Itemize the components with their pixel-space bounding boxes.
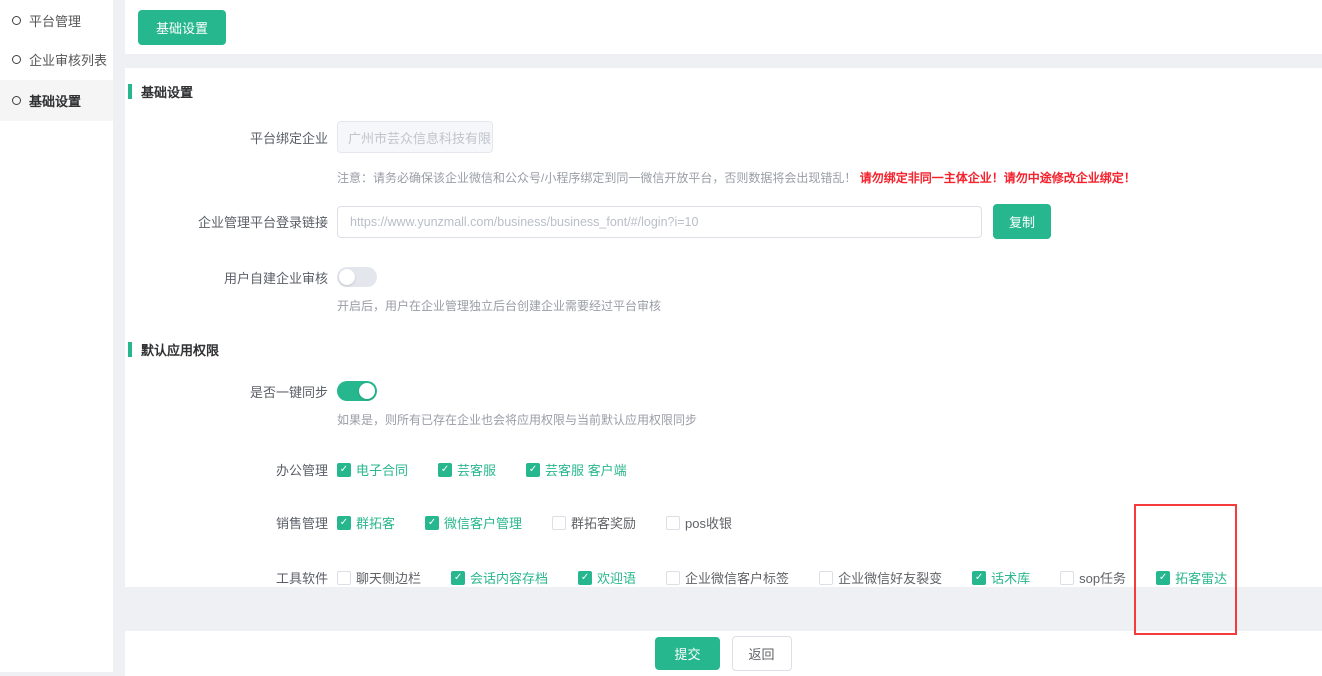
checkbox-icon: ✓ <box>337 463 351 477</box>
platform-company-row: 平台绑定企业 广州市芸众信息科技有限公 ∨ <box>128 121 1322 153</box>
note-warning-text: 请勿绑定非同一主体企业！请勿中途修改企业绑定！ <box>860 171 1136 185</box>
sidebar-item-label: 基础设置 <box>29 91 81 110</box>
one-key-sync-hint: 如果是，则所有已存在企业也会将应用权限与当前默认应用权限同步 <box>337 411 1322 428</box>
platform-company-note: 注意：请务必确保该企业微信和公众号/小程序绑定到同一微信开放平台，否则数据将会出… <box>337 169 1322 186</box>
checkbox-icon: ✓ <box>1060 571 1074 585</box>
copy-button[interactable]: 复制 <box>993 204 1051 239</box>
checkbox-icon: ✓ <box>526 463 540 477</box>
sidebar: 平台管理 企业审核列表 基础设置 <box>0 0 113 672</box>
app-checkbox[interactable]: ✓ 芸客服 <box>438 460 496 479</box>
app-checkbox[interactable]: ✓ 话术库 <box>972 568 1030 587</box>
user-audit-toggle[interactable] <box>337 267 377 287</box>
login-link-label: 企业管理平台登录链接 <box>128 212 328 231</box>
app-group-label: 销售管理 <box>128 513 328 532</box>
app-checkbox[interactable]: ✓ sop任务 <box>1060 568 1126 587</box>
app-checkbox[interactable]: ✓ 群拓客 <box>337 513 395 532</box>
sidebar-item-basic-settings[interactable]: 基础设置 <box>0 80 113 121</box>
platform-company-note-row: 注意：请务必确保该企业微信和公众号/小程序绑定到同一微信开放平台，否则数据将会出… <box>128 169 1322 186</box>
checkbox-icon: ✓ <box>337 516 351 530</box>
sidebar-item-platform-management[interactable]: 平台管理 <box>0 2 113 39</box>
app-group-sales: 销售管理 ✓ 群拓客 ✓ 微信客户管理 ✓ 群拓客奖励 ✓ pos收银 <box>128 513 1322 532</box>
login-link-row: 企业管理平台登录链接 复制 <box>128 204 1322 239</box>
platform-company-value: 广州市芸众信息科技有限公 <box>348 128 493 147</box>
section-basic-settings: 基础设置 <box>128 82 1322 101</box>
circle-icon <box>12 16 21 25</box>
checkbox-icon: ✓ <box>666 516 680 530</box>
user-audit-row: 用户自建企业审核 <box>128 267 1322 287</box>
checkbox-icon: ✓ <box>972 571 986 585</box>
sidebar-item-label: 企业审核列表 <box>29 50 107 69</box>
app-checkbox[interactable]: ✓ 电子合同 <box>337 460 408 479</box>
note-text: 注意：请务必确保该企业微信和公众号/小程序绑定到同一微信开放平台，否则数据将会出… <box>337 171 856 185</box>
section-accent-bar <box>128 84 132 99</box>
login-link-input[interactable] <box>337 206 982 238</box>
tab-basic-settings[interactable]: 基础设置 <box>138 10 226 45</box>
main-area: 基础设置 基础设置 平台绑定企业 广州市芸众信息科技有限公 ∨ 注意：请务必确保… <box>125 0 1322 672</box>
app-group-tools: 工具软件 ✓ 聊天侧边栏 ✓ 会话内容存档 ✓ 欢迎语 ✓ 企业微信客户标签 <box>128 568 1322 587</box>
section-accent-bar <box>128 342 132 357</box>
section-default-permissions: 默认应用权限 <box>128 340 1322 359</box>
app-checkbox[interactable]: ✓ pos收银 <box>666 513 732 532</box>
one-key-sync-toggle[interactable] <box>337 381 377 401</box>
circle-icon <box>12 55 21 64</box>
one-key-sync-row: 是否一键同步 <box>128 381 1322 401</box>
checkbox-icon: ✓ <box>578 571 592 585</box>
app-group-label: 办公管理 <box>128 460 328 479</box>
app-checkbox[interactable]: ✓ 芸客服 客户端 <box>526 460 627 479</box>
app-checkbox[interactable]: ✓ 会话内容存档 <box>451 568 548 587</box>
checkbox-icon: ✓ <box>425 516 439 530</box>
circle-icon <box>12 96 21 105</box>
app-checkbox[interactable]: ✓ 群拓客奖励 <box>552 513 636 532</box>
checkbox-icon: ✓ <box>552 516 566 530</box>
one-key-sync-hint-row: 如果是，则所有已存在企业也会将应用权限与当前默认应用权限同步 <box>128 411 1322 428</box>
platform-company-label: 平台绑定企业 <box>128 128 328 147</box>
app-checkbox[interactable]: ✓ 微信客户管理 <box>425 513 522 532</box>
top-tab-bar: 基础设置 <box>125 0 1322 54</box>
app-group-label: 工具软件 <box>128 568 328 587</box>
settings-panel: 基础设置 平台绑定企业 广州市芸众信息科技有限公 ∨ 注意：请务必确保该企业微信… <box>125 68 1322 587</box>
one-key-sync-label: 是否一键同步 <box>128 382 328 401</box>
sidebar-item-enterprise-audit-list[interactable]: 企业审核列表 <box>0 41 113 78</box>
platform-company-select[interactable]: 广州市芸众信息科技有限公 ∨ <box>337 121 493 153</box>
section-title: 基础设置 <box>141 82 193 101</box>
app-checkbox[interactable]: ✓ 企业微信客户标签 <box>666 568 789 587</box>
user-audit-hint-row: 开启后，用户在企业管理独立后台创建企业需要经过平台审核 <box>128 297 1322 314</box>
checkbox-icon: ✓ <box>1156 571 1170 585</box>
app-checkbox[interactable]: ✓ 聊天侧边栏 <box>337 568 421 587</box>
submit-button[interactable]: 提交 <box>655 637 719 670</box>
checkbox-icon: ✓ <box>819 571 833 585</box>
checkbox-icon: ✓ <box>438 463 452 477</box>
checkbox-icon: ✓ <box>451 571 465 585</box>
app-checkbox[interactable]: ✓ 企业微信好友裂变 <box>819 568 942 587</box>
app-checkbox[interactable]: ✓ 欢迎语 <box>578 568 636 587</box>
user-audit-label: 用户自建企业审核 <box>128 268 328 287</box>
sidebar-item-label: 平台管理 <box>29 11 81 30</box>
checkbox-icon: ✓ <box>666 571 680 585</box>
user-audit-hint: 开启后，用户在企业管理独立后台创建企业需要经过平台审核 <box>337 297 1322 314</box>
section-title: 默认应用权限 <box>141 340 219 359</box>
app-checkbox-tuoke-radar[interactable]: ✓ 拓客雷达 <box>1156 568 1227 587</box>
footer-action-bar: 提交 返回 <box>125 631 1322 676</box>
app-group-office: 办公管理 ✓ 电子合同 ✓ 芸客服 ✓ 芸客服 客户端 <box>128 460 1322 479</box>
back-button[interactable]: 返回 <box>732 636 792 671</box>
checkbox-icon: ✓ <box>337 571 351 585</box>
